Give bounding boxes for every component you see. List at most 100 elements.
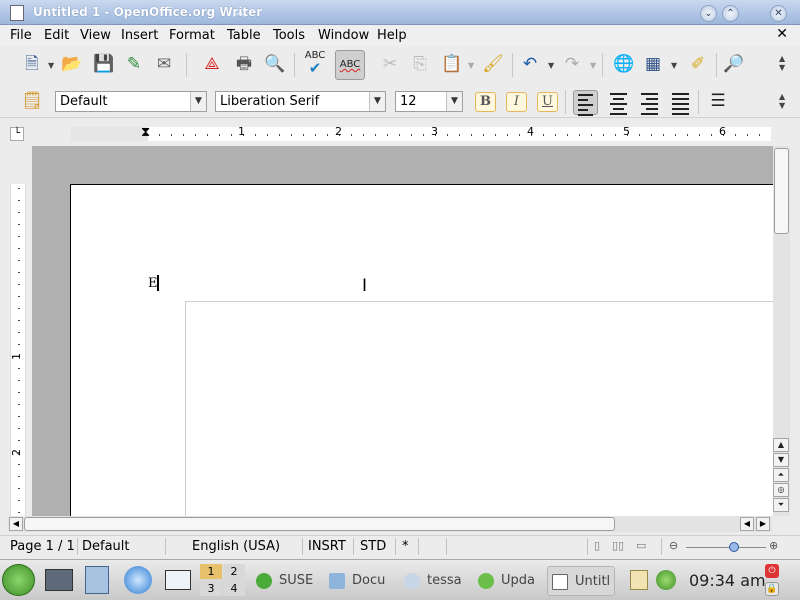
menu-insert[interactable]: Insert [121,28,158,43]
zoom-out-icon[interactable]: ⊖ [669,539,678,552]
vertical-scrollbar[interactable]: ▲ ▼ ⏶ ◎ ⏷ [773,146,790,516]
zoom-in-icon[interactable]: ⊕ [769,539,778,552]
title-bar[interactable]: Untitled 1 - OpenOffice.org Writer ෴ ⌄ ⌃… [0,0,800,25]
update-tray-icon[interactable] [656,570,676,590]
toolbar-overflow-icon[interactable]: ▲ ▼ [779,54,785,72]
font-name-combo[interactable]: Liberation Serif ▼ [215,91,386,112]
clock[interactable]: 09:34 am [689,571,766,590]
horizontal-ruler[interactable]: └ ⧗ 1 2 3 4 5 6 [0,122,800,146]
power-icon[interactable]: ⏻ [765,564,779,578]
show-desktop-icon[interactable] [165,570,191,590]
copy-icon[interactable]: ⎘ [408,52,432,76]
redo-dropdown-icon[interactable]: ▼ [590,61,596,70]
menu-tools[interactable]: Tools [273,28,305,43]
open-folder-icon[interactable]: 📂 [60,52,84,76]
navigation-button[interactable]: ◎ [773,483,789,497]
align-center-button[interactable] [606,90,631,115]
italic-button[interactable]: I [506,92,527,112]
menu-window[interactable]: Window [318,28,369,43]
print-preview-icon[interactable]: 🔍 [263,52,287,76]
justify-button[interactable] [668,90,693,115]
task-untitled-writer[interactable]: Untitl [547,566,615,596]
insert-mode[interactable]: INSRT [308,539,346,554]
previous-page-button[interactable]: ⏶ [773,468,789,482]
close-document-icon[interactable]: ✕ [776,26,788,42]
book-view-icon[interactable]: ▭ [636,539,646,552]
next-page-button[interactable]: ⏷ [773,498,789,512]
autospellcheck-icon[interactable]: ABC [335,50,365,80]
undo-icon[interactable]: ↶ [518,52,542,76]
close-window-button[interactable]: ✕ [770,5,787,22]
align-left-button[interactable] [573,90,598,116]
bold-button[interactable]: B [475,92,496,112]
edit-mode-icon[interactable] [160,52,184,76]
export-pdf-icon[interactable]: ⟁ [200,52,224,76]
styles-formatting-icon[interactable]: 🗒 [20,89,44,113]
desktop-1[interactable]: 1 [200,564,222,579]
desktop-4[interactable]: 4 [223,581,245,596]
navigator-icon[interactable]: 🌐 [612,52,636,76]
font-size-combo[interactable]: 12 ▼ [395,91,463,112]
table-dropdown-icon[interactable]: ▼ [671,61,677,70]
redo-icon[interactable]: ↷ [560,52,584,76]
chevron-down-icon[interactable]: ▼ [446,92,462,111]
clipboard-tray-icon[interactable] [630,570,648,590]
maximize-button[interactable]: ⌃ [722,5,739,22]
tab-stop-selector[interactable]: └ [10,127,24,141]
file-manager-icon[interactable] [85,566,109,594]
table-icon[interactable]: ▦ [641,52,665,76]
task-tessa[interactable]: tessa [400,566,472,596]
chevron-down-icon[interactable]: ▼ [369,92,385,111]
chevron-down-icon[interactable]: ▼ [190,92,206,111]
single-page-view-icon[interactable]: ▯ [594,539,600,552]
menu-help[interactable]: Help [377,28,407,43]
scroll-left-button-2[interactable]: ◀ [740,517,754,531]
document-page[interactable] [70,184,774,517]
align-right-button[interactable] [637,90,662,115]
horizontal-scrollbar[interactable]: ◀ ◀ ▶ [8,516,772,532]
vertical-ruler[interactable]: 1 2 [0,146,32,516]
task-documents[interactable]: Docu [325,566,397,596]
scroll-left-button[interactable]: ◀ [9,517,23,531]
new-dropdown-icon[interactable]: ▼ [48,61,54,70]
multi-page-view-icon[interactable]: ▯▯ [612,539,624,552]
start-menu-button[interactable] [2,564,35,596]
print-icon[interactable]: 🖶 [232,52,256,76]
desktop-3[interactable]: 3 [200,581,222,596]
my-computer-icon[interactable] [45,569,73,591]
new-document-icon[interactable]: 🗎 [20,52,44,76]
save-icon[interactable]: 💾 [92,52,116,76]
document-modified[interactable]: * [402,539,409,554]
task-updater[interactable]: Upda [474,566,544,596]
draw-functions-icon[interactable]: ✐ [686,52,710,76]
menu-table[interactable]: Table [227,28,261,43]
numbering-icon[interactable]: ☰ [706,89,730,113]
scroll-right-button[interactable]: ▶ [756,517,770,531]
edit-file-icon[interactable]: ✎ [122,52,146,76]
underline-button[interactable]: U [537,92,558,112]
spellcheck-icon[interactable]: ABC ✔ [303,50,327,76]
zoom-icon[interactable]: 🔎 [722,52,746,76]
cut-icon[interactable]: ✂ [378,52,402,76]
paragraph-style-combo[interactable]: Default ▼ [55,91,207,112]
paste-icon[interactable]: 📋 [440,52,464,76]
scroll-up-button[interactable]: ▲ [773,438,789,452]
lock-icon[interactable]: 🔒 [765,582,779,596]
paste-dropdown-icon[interactable]: ▼ [468,61,474,70]
menu-file[interactable]: File [10,28,32,43]
menu-edit[interactable]: Edit [44,28,69,43]
browser-icon[interactable] [124,566,152,594]
scroll-down-button[interactable]: ▼ [773,453,789,467]
minimize-button[interactable]: ⌄ [700,5,717,22]
horizontal-scroll-thumb[interactable] [24,517,615,531]
selection-mode[interactable]: STD [360,539,386,554]
page-style[interactable]: Default [82,539,130,554]
zoom-slider-knob[interactable] [729,542,739,552]
undo-dropdown-icon[interactable]: ▼ [548,61,554,70]
language[interactable]: English (USA) [192,539,280,554]
clone-formatting-icon[interactable]: 🖌 [481,52,505,76]
page-indicator[interactable]: Page 1 / 1 [10,539,75,554]
vertical-scroll-thumb[interactable] [774,148,789,234]
indent-marker-icon[interactable]: ⧗ [141,126,150,139]
task-suse[interactable]: SUSE [252,566,320,596]
